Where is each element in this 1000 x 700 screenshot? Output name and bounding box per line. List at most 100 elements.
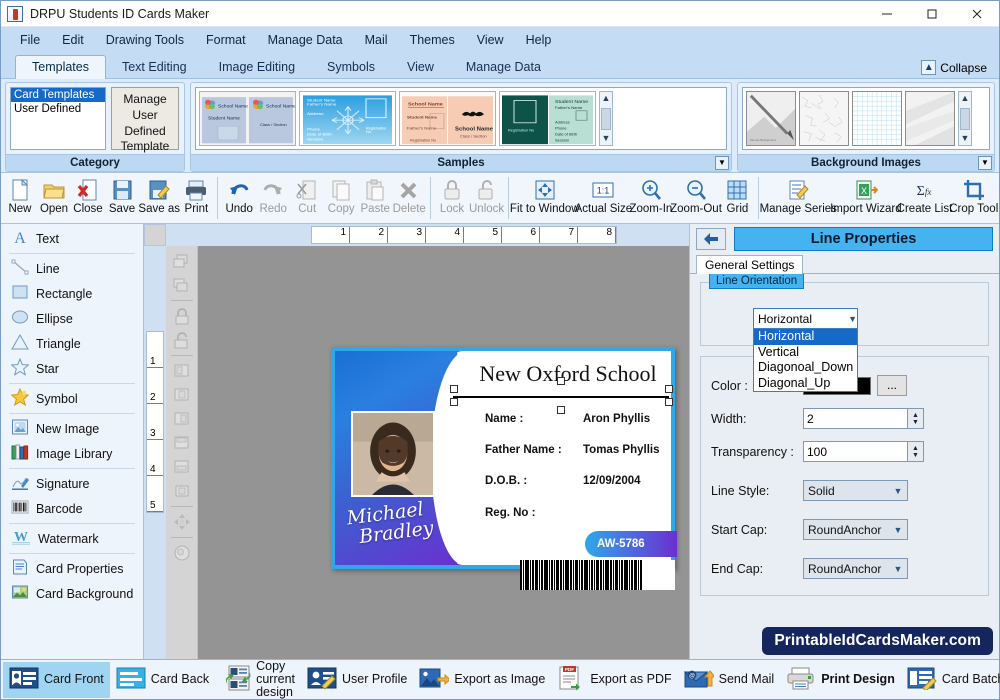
toolbar-paste-button[interactable]: Paste (358, 175, 392, 223)
card-field-value-name[interactable]: Aron Phyllis (583, 413, 650, 425)
minimize-button[interactable] (864, 1, 909, 27)
sidebar-item-watermark[interactable]: W Watermark (1, 526, 143, 551)
toolbar-undo-button[interactable]: Undo (222, 175, 256, 223)
sidebar-item-barcode[interactable]: Barcode (1, 496, 143, 521)
card-field-value-father-name[interactable]: Tomas Phyllis (583, 444, 659, 456)
menu-help[interactable]: Help (517, 30, 561, 50)
background-thumb-1[interactable]: Sample Background (746, 91, 796, 146)
bottom-card-back-button[interactable]: Card Back (110, 662, 215, 698)
samples-more-button[interactable]: ▼ (715, 156, 729, 170)
toolbar-grid-button[interactable]: Grid (720, 175, 754, 223)
line-handle-left-bottom[interactable] (450, 398, 458, 406)
samples-scrollbar[interactable]: ▲ ▼ (599, 91, 613, 146)
toolbar-redo-button[interactable]: Redo (256, 175, 290, 223)
toolbar-delete-button[interactable]: Delete (392, 175, 426, 223)
sidebar-item-new-image[interactable]: New Image (1, 416, 143, 441)
sidebar-item-triangle[interactable]: Triangle (1, 331, 143, 356)
toolbar-save-as-button[interactable]: Save as (138, 175, 180, 223)
toolbar-copy-button[interactable]: Copy (324, 175, 358, 223)
close-button[interactable] (954, 1, 999, 27)
line-orientation-selected[interactable]: Horizontal ▼ (753, 308, 858, 329)
transparency-spinner[interactable]: ▲ ▼ (908, 441, 924, 462)
toolbar-unlock-button[interactable]: Unlock (469, 175, 504, 223)
background-scroll-down-icon[interactable]: ▼ (961, 132, 970, 145)
align-bottom-icon[interactable] (170, 456, 194, 478)
tab-symbols[interactable]: Symbols (311, 56, 391, 78)
background-thumbnail-strip[interactable]: Sample Background ▲ ▼ (742, 87, 990, 150)
option-horizontal[interactable]: Horizontal (754, 329, 857, 345)
category-item-card-templates[interactable]: Card Templates (11, 88, 105, 102)
horizontal-ruler[interactable]: 1 2 3 4 5 6 7 8 (166, 224, 689, 246)
sidebar-item-rectangle[interactable]: Rectangle (1, 281, 143, 306)
samples-scroll-up-icon[interactable]: ▲ (602, 92, 611, 105)
line-handle-mid-bottom[interactable] (557, 406, 565, 414)
menu-view[interactable]: View (468, 30, 513, 50)
sidebar-item-star[interactable]: Star (1, 356, 143, 381)
toolbar-new-button[interactable]: New (3, 175, 37, 223)
card-reg-no-badge[interactable]: AW-5786 (585, 531, 677, 557)
align-left-icon[interactable] (170, 360, 194, 382)
bottom-user-profile-button[interactable]: User Profile (301, 662, 413, 698)
id-card-design[interactable]: Michael Bradley New Oxford School Name :… (331, 347, 677, 590)
send-to-back-icon[interactable] (170, 274, 194, 296)
line-handle-left-top[interactable] (450, 385, 458, 393)
toolbar-import-wizard-button[interactable]: X Import Wizard (830, 175, 902, 223)
preview-object-icon[interactable] (170, 542, 194, 564)
line-handle-right-top[interactable] (665, 385, 673, 393)
background-thumb-4[interactable] (905, 91, 955, 146)
option-diagonal-down[interactable]: Diagonoal_Down (754, 360, 857, 376)
menu-edit[interactable]: Edit (53, 30, 93, 50)
category-item-user-defined[interactable]: User Defined (11, 102, 105, 116)
tab-image-editing[interactable]: Image Editing (203, 56, 311, 78)
toolbar-actual-size-button[interactable]: 1:1 Actual Size (575, 175, 632, 223)
background-scrollbar[interactable]: ▲ ▼ (958, 91, 972, 146)
toolbar-print-button[interactable]: Print (179, 175, 213, 223)
card-field-label-dob[interactable]: D.O.B. : (485, 475, 527, 487)
sidebar-item-symbol[interactable]: Symbol (1, 386, 143, 411)
unlock-object-icon[interactable] (170, 329, 194, 351)
menu-themes[interactable]: Themes (401, 30, 464, 50)
width-spinner[interactable]: ▲ ▼ (908, 408, 924, 429)
sidebar-item-image-library[interactable]: Image Library (1, 441, 143, 466)
samples-thumbnail-strip[interactable]: School Name Student Name School Name Cla… (195, 87, 727, 150)
toolbar-zoom-out-button[interactable]: Zoom-Out (670, 175, 722, 223)
align-top-icon[interactable] (170, 432, 194, 454)
bottom-card-front-button[interactable]: Card Front (3, 661, 110, 698)
toolbar-zoom-in-button[interactable]: Zoom-In (629, 175, 672, 223)
collapse-ribbon-button[interactable]: ▲ Collapse (921, 60, 987, 75)
sidebar-item-ellipse[interactable]: Ellipse (1, 306, 143, 331)
background-scroll-up-icon[interactable]: ▲ (961, 92, 970, 105)
samples-scroll-down-icon[interactable]: ▼ (602, 132, 611, 145)
tab-general-settings[interactable]: General Settings (696, 255, 804, 274)
menu-manage-data[interactable]: Manage Data (259, 30, 352, 50)
card-barcode[interactable] (520, 560, 675, 590)
tab-text-editing[interactable]: Text Editing (106, 56, 203, 78)
card-school-name[interactable]: New Oxford School (463, 361, 673, 387)
transparency-input[interactable]: 100 (803, 441, 908, 462)
toolbar-open-button[interactable]: Open (37, 175, 71, 223)
selected-line-object[interactable] (453, 396, 669, 398)
category-listbox[interactable]: Card Templates User Defined (10, 87, 106, 150)
sample-thumb-1[interactable]: School Name Student Name School Name Cla… (199, 91, 296, 146)
background-thumb-3[interactable] (852, 91, 902, 146)
line-style-dropdown[interactable]: Solid ▼ (803, 480, 908, 501)
start-cap-dropdown[interactable]: RoundAnchor ▼ (803, 519, 908, 540)
toolbar-save-button[interactable]: Save (105, 175, 139, 223)
bottom-export-as-pdf-button[interactable]: PDF Export as PDF (551, 662, 677, 698)
line-orientation-options[interactable]: Horizontal Vertical Diagonoal_Down Diago… (753, 329, 858, 392)
toolbar-lock-button[interactable]: Lock (435, 175, 469, 223)
toolbar-create-list-button[interactable]: Σfx Create List (897, 175, 953, 223)
maximize-button[interactable] (909, 1, 954, 27)
tab-templates[interactable]: Templates (15, 55, 106, 79)
size-to-fit-icon[interactable] (170, 480, 194, 502)
option-vertical[interactable]: Vertical (754, 345, 857, 361)
menu-drawing-tools[interactable]: Drawing Tools (97, 30, 193, 50)
vertical-ruler[interactable]: 1 2 3 4 5 (144, 246, 166, 659)
toolbar-crop-tool-button[interactable]: Crop Tool (949, 175, 998, 223)
properties-back-button[interactable] (696, 228, 726, 250)
width-input[interactable]: 2 (803, 408, 908, 429)
menu-format[interactable]: Format (197, 30, 255, 50)
option-diagonal-up[interactable]: Diagonal_Up (754, 376, 857, 392)
bottom-card-batch-data-button[interactable]: Card Batch Data (901, 662, 1000, 698)
align-right-icon[interactable] (170, 408, 194, 430)
